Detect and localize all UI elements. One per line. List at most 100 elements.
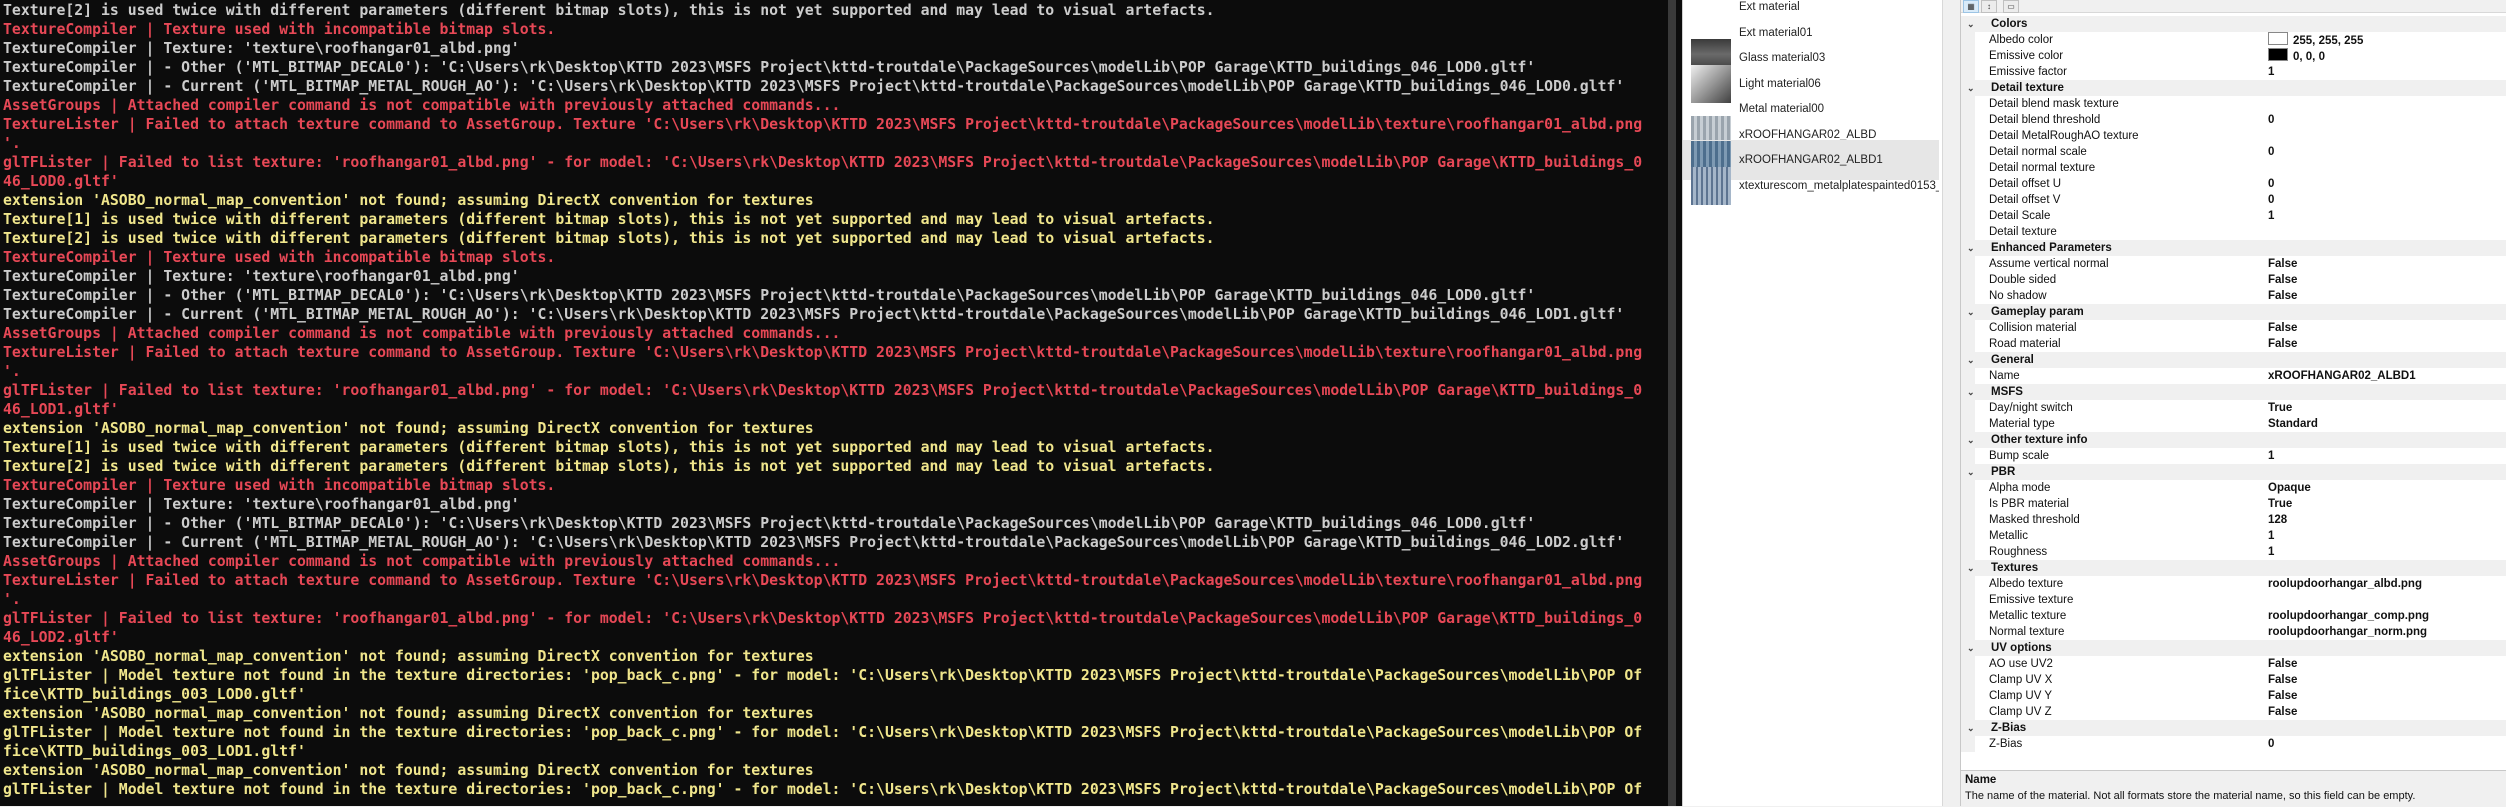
collapse-chevron-icon[interactable]: ⌄ — [1967, 352, 1977, 368]
property-row[interactable]: Clamp UV Y False — [1961, 688, 2506, 704]
property-row[interactable]: No shadow False — [1961, 288, 2506, 304]
property-row[interactable]: Detail MetalRoughAO texture — [1961, 128, 2506, 144]
property-value[interactable]: 128 — [2268, 512, 2287, 528]
property-value[interactable]: Opaque — [2268, 480, 2311, 496]
property-value[interactable]: 0 — [2268, 144, 2274, 160]
material-list-scrollbar[interactable] — [1942, 0, 1961, 806]
property-category[interactable]: ⌄ General — [1961, 352, 2506, 368]
property-value[interactable]: 0 — [2268, 736, 2274, 752]
property-row[interactable]: Bump scale 1 — [1961, 448, 2506, 464]
property-category[interactable]: ⌄ Detail texture — [1961, 80, 2506, 96]
property-value[interactable]: roolupdoorhangar_albd.png — [2268, 576, 2422, 592]
property-row[interactable]: Is PBR material True — [1961, 496, 2506, 512]
property-row[interactable]: Masked threshold 128 — [1961, 512, 2506, 528]
property-value[interactable]: 0 — [2268, 176, 2274, 192]
collapse-chevron-icon[interactable]: ⌄ — [1967, 464, 1977, 480]
property-value[interactable]: xROOFHANGAR02_ALBD1 — [2268, 368, 2416, 384]
property-row[interactable]: Material type Standard — [1961, 416, 2506, 432]
property-value[interactable]: 1 — [2268, 208, 2274, 224]
property-category[interactable]: ⌄ Gameplay param — [1961, 304, 2506, 320]
alphabetical-icon[interactable]: ↕ — [1981, 0, 1997, 13]
property-row[interactable]: Detail normal scale 0 — [1961, 144, 2506, 160]
material-item[interactable]: xtexturescom_metalplatespainted0153_2... — [1683, 166, 1939, 206]
property-row[interactable]: Emissive color 0, 0, 0 — [1961, 48, 2506, 64]
property-row[interactable]: Roughness 1 — [1961, 544, 2506, 560]
property-value[interactable]: 1 — [2268, 544, 2274, 560]
property-row[interactable]: Albedo texture roolupdoorhangar_albd.png — [1961, 576, 2506, 592]
property-value[interactable]: roolupdoorhangar_comp.png — [2268, 608, 2429, 624]
property-category[interactable]: ⌄ PBR — [1961, 464, 2506, 480]
collapse-chevron-icon[interactable]: ⌄ — [1967, 720, 1977, 736]
property-value[interactable]: False — [2268, 688, 2297, 704]
property-value[interactable]: True — [2268, 400, 2292, 416]
property-row[interactable]: Detail offset V 0 — [1961, 192, 2506, 208]
property-value[interactable]: False — [2268, 672, 2297, 688]
collapse-chevron-icon[interactable]: ⌄ — [1967, 80, 1977, 96]
property-value[interactable]: False — [2268, 256, 2297, 272]
console-scrollbar[interactable] — [1662, 0, 1682, 806]
property-row[interactable]: Assume vertical normal False — [1961, 256, 2506, 272]
collapse-chevron-icon[interactable]: ⌄ — [1967, 432, 1977, 448]
categorized-icon[interactable]: ▦ — [1963, 0, 1979, 13]
property-category[interactable]: ⌄ MSFS — [1961, 384, 2506, 400]
property-value[interactable]: False — [2268, 288, 2297, 304]
property-value[interactable]: Standard — [2268, 416, 2318, 432]
console-line: TextureCompiler | - Other ('MTL_BITMAP_D… — [3, 287, 1536, 304]
property-row[interactable]: Albedo color 255, 255, 255 — [1961, 32, 2506, 48]
property-value[interactable]: 255, 255, 255 — [2268, 32, 2363, 49]
property-value[interactable]: True — [2268, 496, 2292, 512]
property-row[interactable]: Metallic 1 — [1961, 528, 2506, 544]
property-value[interactable]: 0, 0, 0 — [2268, 48, 2325, 65]
property-value[interactable]: False — [2268, 272, 2297, 288]
property-category[interactable]: ⌄ Textures — [1961, 560, 2506, 576]
property-row[interactable]: Detail normal texture — [1961, 160, 2506, 176]
property-row[interactable]: Collision material False — [1961, 320, 2506, 336]
property-row[interactable]: Detail blend threshold 0 — [1961, 112, 2506, 128]
property-row[interactable]: Road material False — [1961, 336, 2506, 352]
collapse-chevron-icon[interactable]: ⌄ — [1967, 640, 1977, 656]
console-scrollbar-thumb[interactable] — [1668, 0, 1676, 806]
property-value[interactable]: 0 — [2268, 192, 2274, 208]
console-output[interactable]: Texture[2] is used twice with different … — [0, 0, 1682, 806]
color-swatch[interactable] — [2268, 32, 2288, 45]
property-value[interactable]: roolupdoorhangar_norm.png — [2268, 624, 2427, 640]
property-row[interactable]: Clamp UV X False — [1961, 672, 2506, 688]
color-swatch[interactable] — [2268, 48, 2288, 61]
property-row[interactable]: Double sided False — [1961, 272, 2506, 288]
property-category[interactable]: ⌄ Enhanced Parameters — [1961, 240, 2506, 256]
property-pages-icon[interactable]: ▭ — [2003, 0, 2019, 13]
property-value-text: False — [2268, 274, 2298, 286]
collapse-chevron-icon[interactable]: ⌄ — [1967, 560, 1977, 576]
property-value[interactable]: False — [2268, 336, 2297, 352]
property-value[interactable]: 1 — [2268, 64, 2274, 80]
row-gutter — [1961, 320, 1975, 336]
property-row[interactable]: Detail texture — [1961, 224, 2506, 240]
property-row[interactable]: Metallic texture roolupdoorhangar_comp.pn… — [1961, 608, 2506, 624]
property-value[interactable]: False — [2268, 320, 2297, 336]
property-row[interactable]: Emissive texture — [1961, 592, 2506, 608]
property-row[interactable]: Z-Bias 0 — [1961, 736, 2506, 752]
property-category[interactable]: ⌄ Z-Bias — [1961, 720, 2506, 736]
collapse-chevron-icon[interactable]: ⌄ — [1967, 16, 1977, 32]
property-row[interactable]: Clamp UV Z False — [1961, 704, 2506, 720]
property-row[interactable]: Name xROOFHANGAR02_ALBD1 — [1961, 368, 2506, 384]
property-category[interactable]: ⌄ Colors — [1961, 16, 2506, 32]
property-row[interactable]: Detail blend mask texture — [1961, 96, 2506, 112]
property-row[interactable]: Detail Scale 1 — [1961, 208, 2506, 224]
property-row[interactable]: Detail offset U 0 — [1961, 176, 2506, 192]
collapse-chevron-icon[interactable]: ⌄ — [1967, 384, 1977, 400]
collapse-chevron-icon[interactable]: ⌄ — [1967, 304, 1977, 320]
property-value[interactable]: False — [2268, 656, 2297, 672]
property-category[interactable]: ⌄ Other texture info — [1961, 432, 2506, 448]
property-row[interactable]: Emissive factor 1 — [1961, 64, 2506, 80]
property-row[interactable]: Day/night switch True — [1961, 400, 2506, 416]
property-row[interactable]: AO use UV2 False — [1961, 656, 2506, 672]
collapse-chevron-icon[interactable]: ⌄ — [1967, 240, 1977, 256]
property-value[interactable]: 1 — [2268, 448, 2274, 464]
property-value[interactable]: False — [2268, 704, 2297, 720]
property-row[interactable]: Alpha mode Opaque — [1961, 480, 2506, 496]
property-row[interactable]: Normal texture roolupdoorhangar_norm.png — [1961, 624, 2506, 640]
property-category[interactable]: ⌄ UV options — [1961, 640, 2506, 656]
property-value[interactable]: 1 — [2268, 528, 2274, 544]
property-value[interactable]: 0 — [2268, 112, 2274, 128]
